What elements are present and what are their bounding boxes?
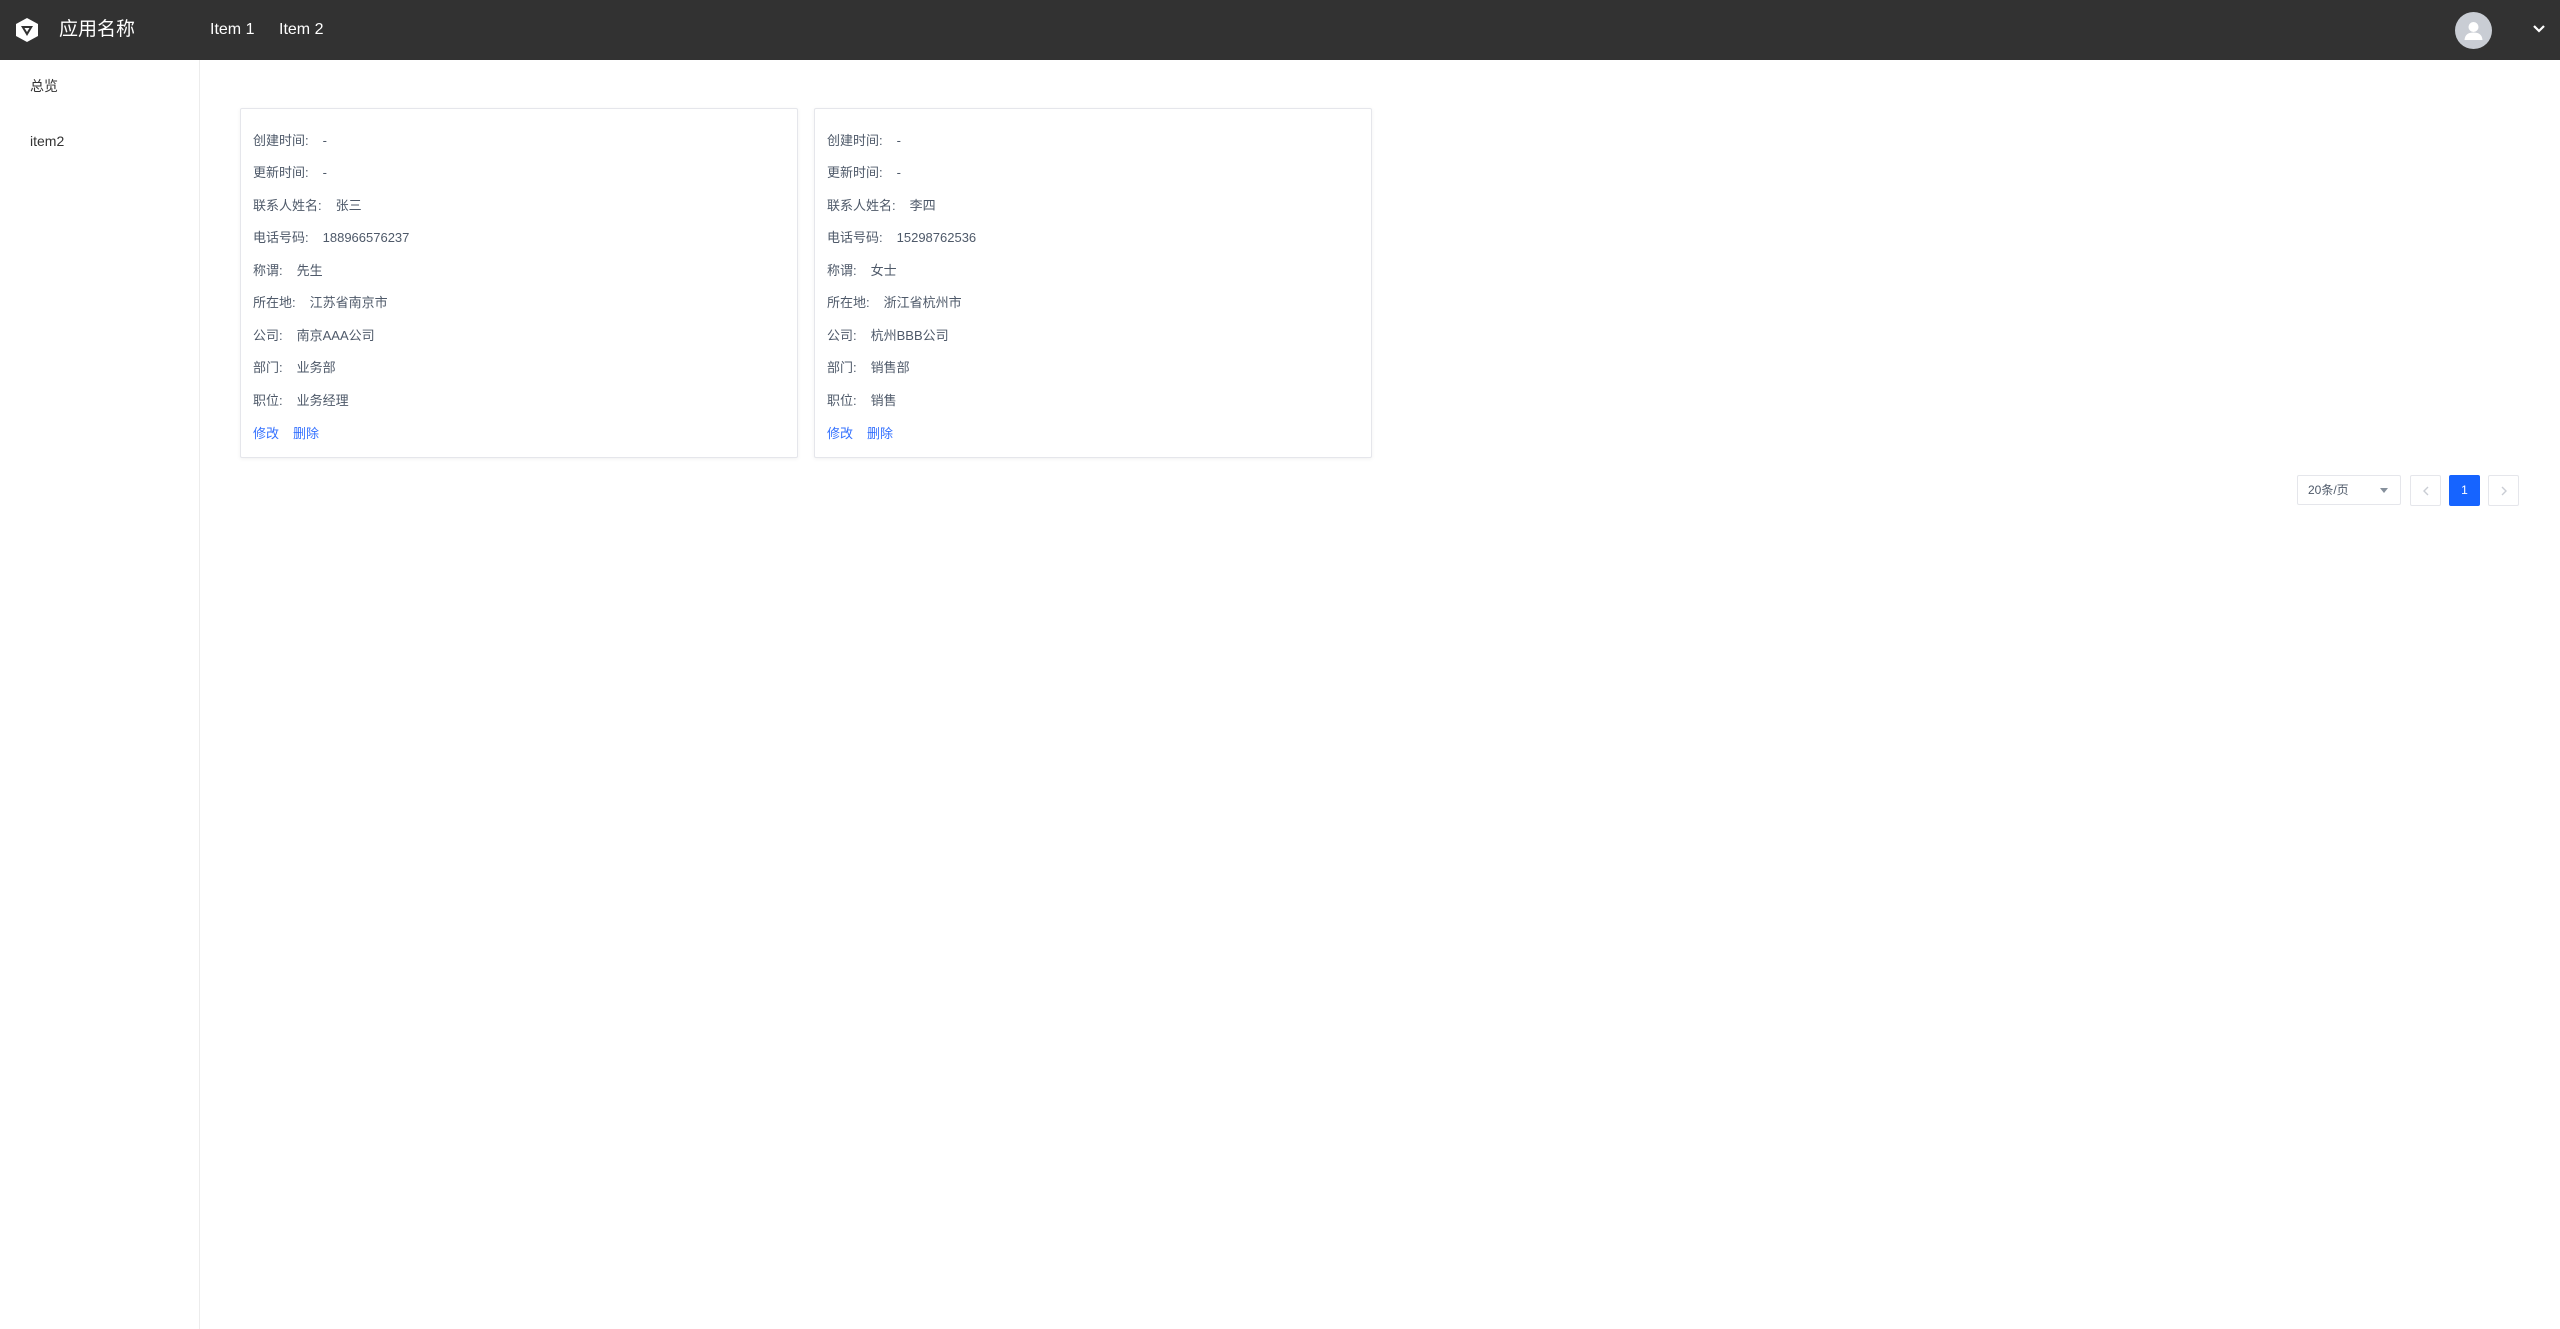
field-location: 所在地: 江苏省南京市 bbox=[253, 294, 388, 312]
field-title: 称谓: 先生 bbox=[253, 262, 323, 280]
field-label: 创建时间: bbox=[253, 133, 309, 148]
field-label: 联系人姓名: bbox=[827, 198, 896, 213]
chevron-right-icon bbox=[2501, 486, 2507, 496]
chevron-left-icon bbox=[2422, 486, 2428, 496]
field-label: 部门: bbox=[827, 360, 857, 375]
field-phone: 电话号码: 188966576237 bbox=[253, 229, 409, 247]
field-value: 先生 bbox=[296, 263, 323, 278]
user-avatar[interactable] bbox=[2455, 12, 2492, 49]
card-actions: 修改 删除 bbox=[253, 425, 333, 443]
field-created-time: 创建时间: - bbox=[253, 132, 327, 150]
sidebar-item-overview[interactable]: 总览 bbox=[30, 76, 58, 96]
field-value: 业务部 bbox=[296, 360, 336, 375]
nav-item-2[interactable]: Item 2 bbox=[279, 19, 323, 41]
field-label: 更新时间: bbox=[827, 165, 883, 180]
field-value: - bbox=[322, 165, 327, 180]
next-page-button[interactable] bbox=[2488, 475, 2519, 506]
field-value: 女士 bbox=[870, 263, 897, 278]
field-value: 南京AAA公司 bbox=[296, 328, 375, 343]
edit-link[interactable]: 修改 bbox=[253, 426, 279, 441]
field-value: - bbox=[896, 133, 901, 148]
field-label: 职位: bbox=[253, 393, 283, 408]
delete-link[interactable]: 删除 bbox=[867, 426, 893, 441]
field-value: 李四 bbox=[909, 198, 936, 213]
field-value: - bbox=[322, 133, 327, 148]
field-label: 创建时间: bbox=[827, 133, 883, 148]
field-value: 浙江省杭州市 bbox=[883, 295, 962, 310]
field-position: 职位: 业务经理 bbox=[253, 392, 349, 410]
field-label: 联系人姓名: bbox=[253, 198, 322, 213]
dropdown-arrow-icon bbox=[2380, 488, 2388, 493]
field-phone: 电话号码: 15298762536 bbox=[827, 229, 976, 247]
field-location: 所在地: 浙江省杭州市 bbox=[827, 294, 962, 312]
page-size-value: 20条/页 bbox=[2308, 483, 2349, 497]
field-value: 杭州BBB公司 bbox=[870, 328, 949, 343]
sidebar: 总览 item2 bbox=[0, 60, 200, 1329]
field-label: 所在地: bbox=[827, 295, 870, 310]
field-label: 更新时间: bbox=[253, 165, 309, 180]
field-label: 公司: bbox=[827, 328, 857, 343]
edit-link[interactable]: 修改 bbox=[827, 426, 853, 441]
field-value: 江苏省南京市 bbox=[309, 295, 388, 310]
field-created-time: 创建时间: - bbox=[827, 132, 901, 150]
field-value: 业务经理 bbox=[296, 393, 349, 408]
field-label: 称谓: bbox=[827, 263, 857, 278]
field-label: 称谓: bbox=[253, 263, 283, 278]
field-position: 职位: 销售 bbox=[827, 392, 897, 410]
field-label: 职位: bbox=[827, 393, 857, 408]
field-value: 销售部 bbox=[870, 360, 910, 375]
field-value: 188966576237 bbox=[322, 230, 410, 245]
field-contact-name: 联系人姓名: 李四 bbox=[827, 197, 936, 215]
top-navigation-bar: 应用名称 Item 1 Item 2 bbox=[0, 0, 2560, 60]
field-label: 部门: bbox=[253, 360, 283, 375]
field-department: 部门: 销售部 bbox=[827, 359, 910, 377]
field-label: 所在地: bbox=[253, 295, 296, 310]
sidebar-item-item2[interactable]: item2 bbox=[30, 131, 64, 151]
field-value: 销售 bbox=[870, 393, 897, 408]
field-label: 电话号码: bbox=[253, 230, 309, 245]
field-label: 公司: bbox=[253, 328, 283, 343]
field-value: - bbox=[896, 165, 901, 180]
prev-page-button[interactable] bbox=[2410, 475, 2441, 506]
nav-item-1[interactable]: Item 1 bbox=[210, 19, 254, 41]
contact-card: 创建时间: - 更新时间: - 联系人姓名: 张三 电话号码: 188966576237… bbox=[240, 108, 798, 458]
field-department: 部门: 业务部 bbox=[253, 359, 336, 377]
field-updated-time: 更新时间: - bbox=[253, 164, 327, 182]
user-icon bbox=[2464, 22, 2483, 40]
page-button-1[interactable]: 1 bbox=[2449, 475, 2480, 506]
field-title: 称谓: 女士 bbox=[827, 262, 897, 280]
card-actions: 修改 删除 bbox=[827, 425, 907, 443]
field-company: 公司: 南京AAA公司 bbox=[253, 327, 375, 345]
chevron-down-icon[interactable] bbox=[2532, 24, 2546, 34]
field-value: 15298762536 bbox=[896, 230, 977, 245]
app-name: 应用名称 bbox=[59, 19, 136, 40]
page-size-select[interactable]: 20条/页 bbox=[2297, 475, 2401, 505]
field-company: 公司: 杭州BBB公司 bbox=[827, 327, 949, 345]
field-value: 张三 bbox=[335, 198, 362, 213]
field-updated-time: 更新时间: - bbox=[827, 164, 901, 182]
field-contact-name: 联系人姓名: 张三 bbox=[253, 197, 362, 215]
delete-link[interactable]: 删除 bbox=[293, 426, 319, 441]
contact-card: 创建时间: - 更新时间: - 联系人姓名: 李四 电话号码: 15298762536 … bbox=[814, 108, 1372, 458]
app-logo-icon[interactable] bbox=[14, 17, 40, 43]
field-label: 电话号码: bbox=[827, 230, 883, 245]
